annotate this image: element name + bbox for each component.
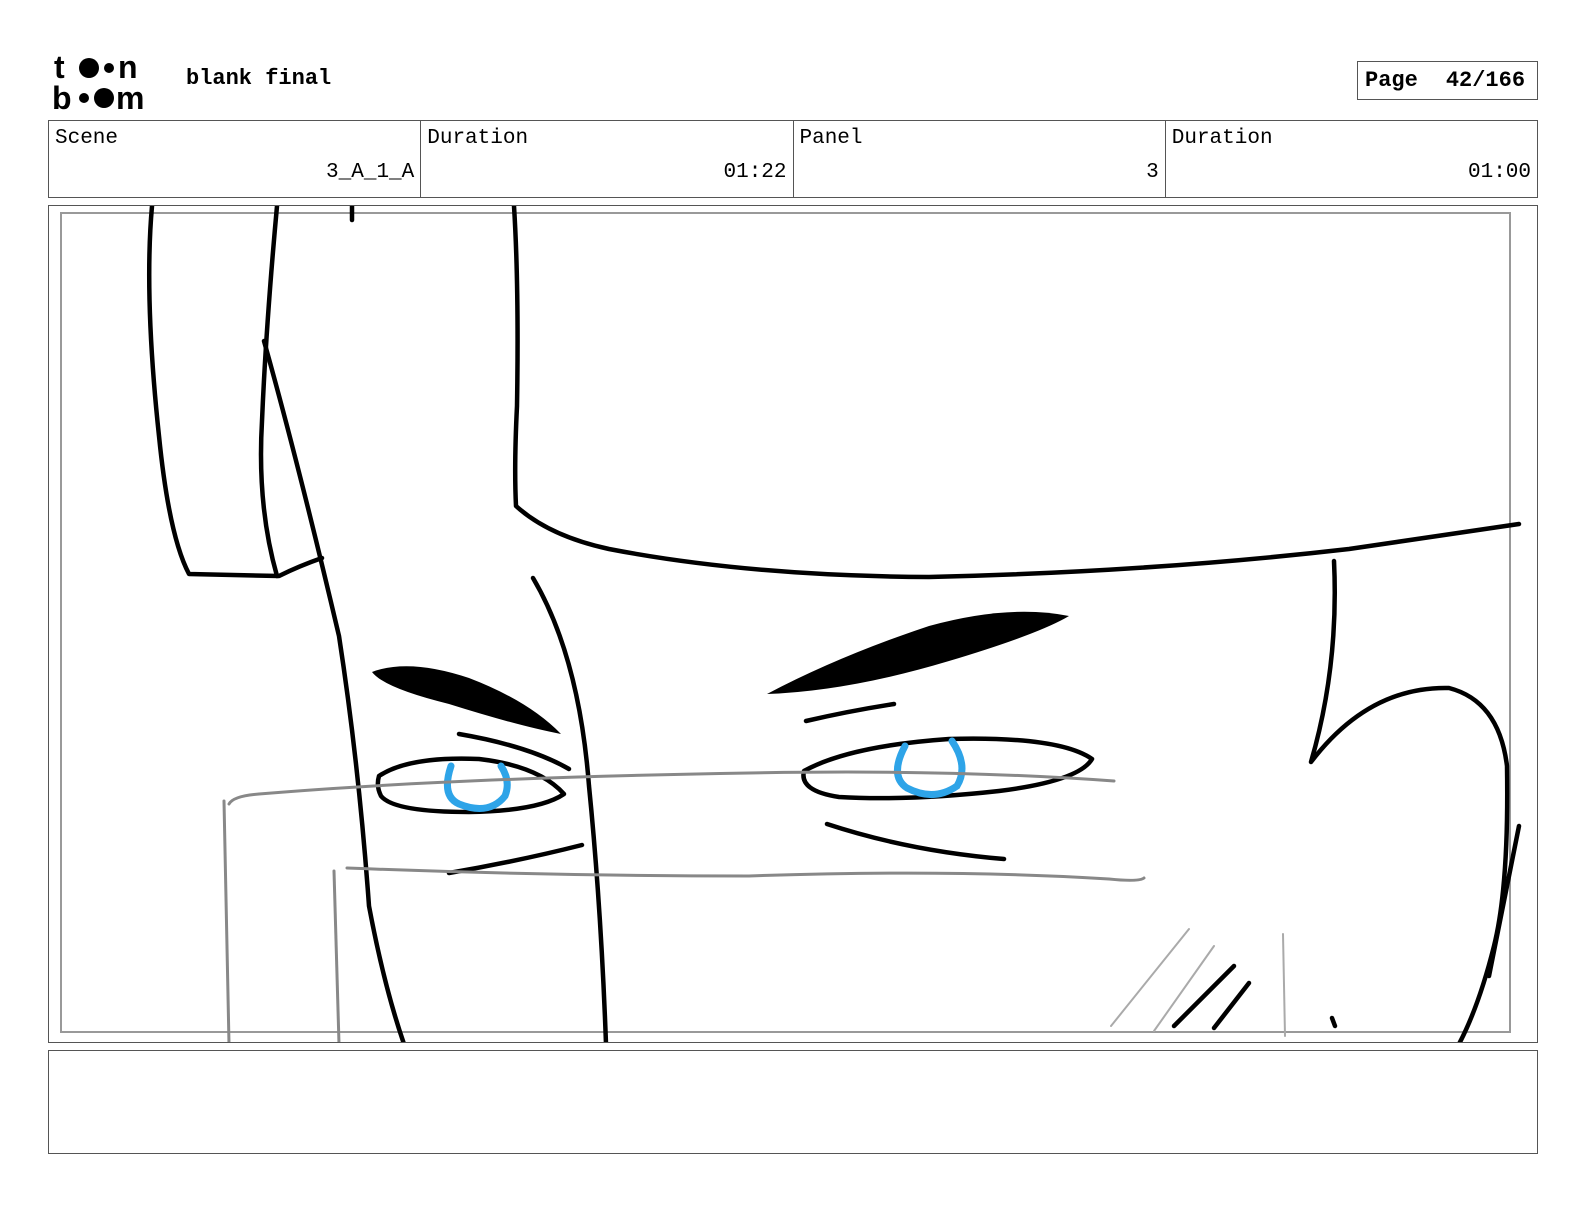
right-eyebrow (767, 611, 1069, 694)
document-title: blank final (186, 66, 332, 91)
panel-label: Panel (799, 127, 863, 150)
page-number: 42/166 (1445, 68, 1526, 93)
shading-lines (1110, 928, 1286, 1037)
panel-notes (48, 1050, 1538, 1154)
svg-text:m: m (116, 80, 144, 112)
scene-info-table: Scene 3_A_1_A Duration 01:22 Panel 3 Dur… (48, 120, 1538, 198)
page-label: Page (1365, 68, 1418, 93)
toon-boom-logo: t n b m (52, 50, 144, 112)
ink-lines (146, 206, 1522, 1042)
scene-duration-label: Duration (427, 127, 529, 150)
panel-value: 3 (1146, 161, 1159, 184)
left-eyebrow (372, 666, 561, 734)
panel-duration-cell: Duration 01:00 (1166, 121, 1537, 197)
scene-label: Scene (55, 127, 119, 150)
panel-duration-value: 01:00 (1467, 161, 1531, 184)
scene-value: 3_A_1_A (326, 161, 415, 184)
panel-sketch (60, 206, 1522, 1042)
page-indicator: Page 42/166 (1357, 61, 1538, 100)
panel-cell: Panel 3 (794, 121, 1166, 197)
safe-frame (60, 212, 1511, 1033)
svg-text:b: b (52, 80, 72, 112)
panel-duration-label: Duration (1171, 127, 1273, 150)
scene-duration-cell: Duration 01:22 (421, 121, 794, 197)
storyboard-panel (48, 205, 1538, 1043)
scene-cell: Scene 3_A_1_A (49, 121, 422, 197)
scene-duration-value: 01:22 (723, 161, 787, 184)
